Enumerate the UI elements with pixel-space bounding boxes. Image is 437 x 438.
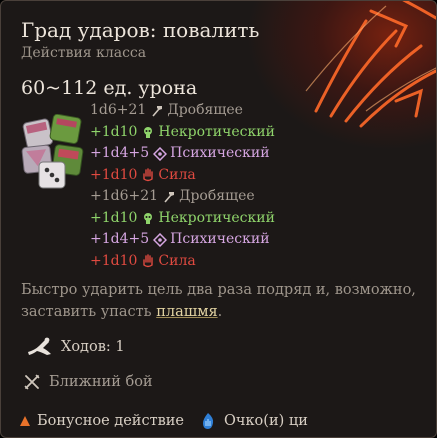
damage-dice: +1d4+5 [90,231,150,247]
dice-stack-icon [21,113,85,190]
bonus-action-cost: Бонусное действие [19,413,184,429]
ki-point-cost: Очко(и) ци [200,412,308,430]
duration-info: Ходов: 1 [25,336,125,358]
force-hand-icon [143,254,154,268]
psychic-diamond-icon [153,146,168,161]
action-title: Град ударов: повалить [21,18,260,42]
damage-row: +1d6+21 Дробящее [90,186,275,208]
damage-dice: 1d6+21 [90,102,147,118]
range-label: Ближний бой [49,374,153,390]
damage-type: Психический [170,145,270,161]
ki-label: Очко(и) ци [224,412,308,429]
description-end: . [217,304,223,320]
action-category: Действия класса [21,45,147,61]
damage-dice: +1d6+21 [90,188,159,204]
damage-dice: +1d10 [90,123,138,140]
damage-row: +1d10 Некротический [90,208,275,230]
damage-type: Психический [170,231,270,247]
damage-type: Некротический [158,209,275,226]
bludgeoning-hammer-icon [152,105,163,117]
damage-type: Дробящее [179,188,255,204]
action-description: Быстро ударить цель два раза подряд и, в… [21,279,416,323]
bonus-action-label: Бонусное действие [37,412,185,429]
damage-row: +1d4+5 Психический [90,229,275,251]
crossed-swords-icon [24,374,40,390]
necrotic-skull-icon [144,127,153,139]
turns-label: Ходов: 1 [61,339,125,355]
damage-dice: +1d10 [90,166,138,183]
action-tooltip: Град ударов: повалить Действия класса 60… [0,0,437,438]
damage-row: 1d6+21 Дробящее [90,100,275,122]
damage-row: +1d10 Сила [90,251,275,273]
force-hand-icon [143,168,154,182]
range-info: Ближний бой [23,373,153,391]
action-cost-footer: Бонусное действие Очко(и) ци [1,404,436,437]
psychic-diamond-icon [153,232,168,247]
damage-breakdown: 1d6+21 Дробящее +1d10 Некротический +1d4… [90,100,275,272]
damage-total: 60~112 ед. урона [21,77,198,99]
damage-type: Некротический [158,123,275,140]
damage-dice: +1d4+5 [90,145,150,161]
bludgeoning-hammer-icon [164,191,175,203]
bonus-action-triangle-icon [20,415,30,426]
damage-type: Дробящее [167,102,243,118]
damage-row: +1d10 Сила [90,165,275,187]
damage-type: Сила [158,252,196,269]
prone-status-icon [28,337,51,355]
damage-row: +1d4+5 Психический [90,143,275,165]
damage-row: +1d10 Некротический [90,122,275,144]
damage-dice: +1d10 [90,209,138,226]
ki-point-icon [203,412,214,429]
prone-keyword-link[interactable]: плашмя [156,304,217,320]
damage-type: Сила [158,166,196,183]
necrotic-skull-icon [144,213,153,225]
damage-dice: +1d10 [90,252,138,269]
